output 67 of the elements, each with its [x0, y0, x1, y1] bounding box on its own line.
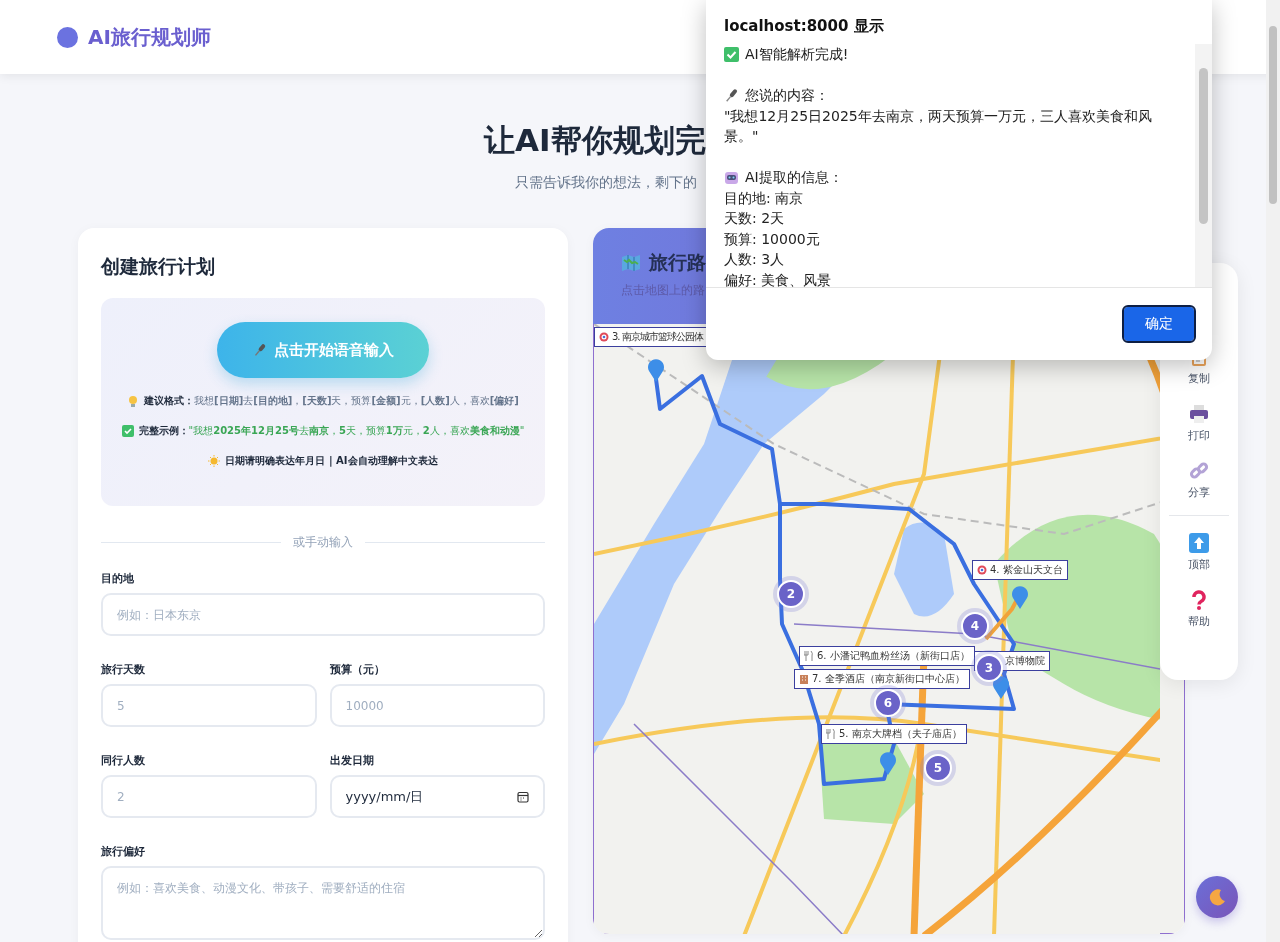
- ok-button[interactable]: 确定: [1124, 307, 1194, 341]
- input-field[interactable]: 5: [101, 684, 317, 727]
- tip-text: 完整示例："我想2025年12月25号去南京，5天，预算1万元，2人，喜欢美食和动漫": [138, 424, 525, 438]
- tip-text: 建议格式：我想[日期]去[目的地]，[天数]天，预算[金额]元，[人数]人，喜欢[偏好]: [144, 394, 519, 408]
- field-label: 同行人数: [101, 753, 145, 768]
- scrollbar[interactable]: [1195, 44, 1212, 287]
- bulb-icon: [127, 395, 140, 407]
- field-label: 目的地: [101, 571, 134, 586]
- link-icon: [1189, 461, 1209, 481]
- field-label: 旅行偏好: [101, 844, 145, 859]
- calendar-icon[interactable]: [517, 791, 529, 803]
- location-pin-icon: [1011, 586, 1029, 610]
- fork-knife-icon: [826, 729, 836, 739]
- target-icon: [599, 332, 609, 342]
- place-label[interactable]: 6. 小潘记鸭血粉丝汤（新街口店）: [799, 646, 975, 666]
- dialog-text: 天数: 2天: [724, 209, 786, 228]
- dialog-text: AI提取的信息：: [745, 168, 843, 187]
- logo-dot-icon: [57, 26, 78, 48]
- location-pin-icon: [992, 676, 1010, 700]
- map-icon: [621, 254, 641, 272]
- place-label[interactable]: 7. 全季酒店（南京新街口中心店）: [794, 669, 970, 689]
- hero-title: 让AI帮你规划完: [484, 121, 706, 160]
- place-label[interactable]: 4. 紫金山天文台: [972, 560, 1068, 580]
- dialog-text: AI智能解析完成!: [745, 45, 849, 64]
- input-field[interactable]: 2: [101, 775, 317, 818]
- checkbox-icon: [121, 425, 134, 437]
- toolbar-button[interactable]: 分享: [1184, 452, 1214, 509]
- date-field[interactable]: yyyy/mm/日: [329, 775, 545, 818]
- check-icon: [724, 46, 739, 62]
- question-mark-icon: [1189, 590, 1209, 610]
- dialog-text: "我想12月25日2025年去南京，两天预算一万元，三人喜欢美食和风景。": [724, 106, 1153, 146]
- dialog-text: 偏好: 美食、风景: [724, 270, 833, 287]
- field-label: 旅行天数: [101, 662, 145, 677]
- toolbar-button[interactable]: 帮助: [1184, 581, 1214, 638]
- microphone-icon: [724, 87, 739, 103]
- theme-toggle-button[interactable]: [1196, 876, 1238, 918]
- input-field[interactable]: 例如：日本东京: [101, 593, 545, 636]
- microphone-icon: [252, 342, 268, 358]
- toolbar-button[interactable]: 打印: [1184, 395, 1214, 452]
- place-label[interactable]: 3. 南京城市篮球公园体: [594, 327, 708, 347]
- hero-subtitle: 只需告诉我你的想法，剩下的: [515, 174, 697, 192]
- place-label[interactable]: 5. 南京大牌档（夫子庙店）: [821, 724, 967, 744]
- dialog-text: 目的地: 南京: [724, 188, 805, 208]
- printer-icon: [1189, 404, 1209, 424]
- dialog-text: 人数: 3人: [724, 250, 786, 269]
- scrollbar[interactable]: [1266, 0, 1280, 942]
- target-icon: [977, 565, 987, 575]
- field-label: 出发日期: [329, 753, 374, 768]
- dialog-text: 预算: 10000元: [724, 229, 821, 249]
- location-pin-icon: [647, 359, 665, 383]
- field-label: 预算（元）: [329, 662, 385, 677]
- dialog-title: localhost:8000 显示: [723, 16, 885, 37]
- robot-icon: [724, 169, 739, 185]
- card-title: 创建旅行计划: [101, 254, 216, 279]
- input-field[interactable]: 10000: [329, 684, 545, 727]
- tip-text: 日期请明确表达年月日 | AI会自动理解中文表达: [225, 454, 438, 468]
- building-icon: [799, 674, 809, 684]
- divider-label: 或手动输入: [101, 534, 545, 551]
- map-title: 旅行路: [649, 250, 706, 275]
- sun-icon: [208, 455, 221, 467]
- location-pin-icon: [879, 752, 897, 776]
- moon-icon: [1208, 888, 1226, 906]
- dialog-text: 您说的内容：: [745, 86, 829, 105]
- toolbar-button[interactable]: 顶部: [1184, 524, 1214, 581]
- fork-knife-icon: [804, 651, 814, 661]
- text-area[interactable]: 例如：喜欢美食、动漫文化、带孩子、需要舒适的住宿: [101, 866, 545, 940]
- logo-text: AI旅行规划师: [88, 23, 211, 51]
